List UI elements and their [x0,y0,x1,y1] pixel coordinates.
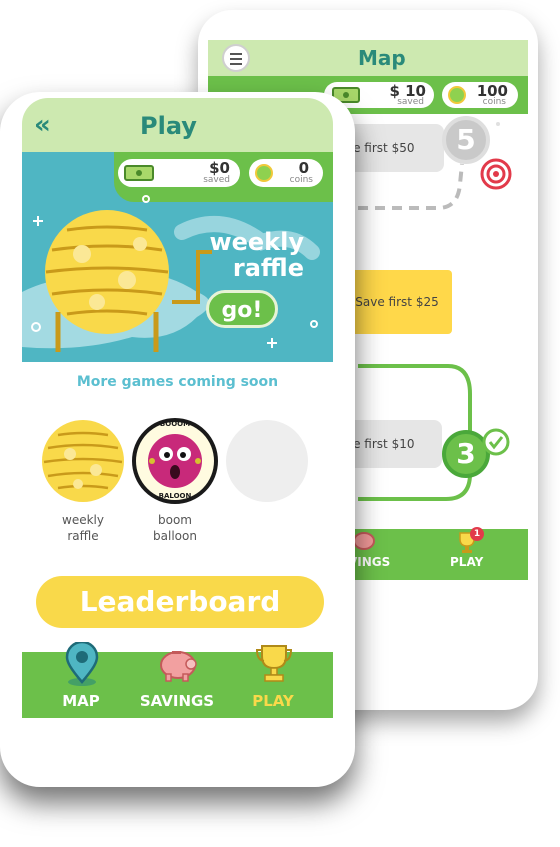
go-button[interactable]: go! [206,290,278,328]
trophy-icon [255,645,293,682]
page-title: Play [140,112,197,140]
leaderboard-button[interactable]: Leaderboard [36,576,324,628]
nav-item-savings[interactable]: SAVINGS [132,642,222,716]
nav-play-label-back[interactable]: PLAY [450,555,483,569]
milestone-level-5[interactable]: 5 [442,116,490,164]
piggy-bank-icon [160,651,197,682]
game-tile-placeholder [226,420,308,502]
play-notification-badge: 1 [470,527,484,541]
game-tile-weekly-raffle[interactable] [40,418,126,504]
nav-item-map[interactable]: MAP [36,642,126,716]
milestone-card-50[interactable]: ve first $50 [342,124,444,172]
raffle-banner[interactable]: $0 saved 0 coins weekly raffle go! [22,152,333,362]
game-label-boom-balloon: boom balloon [153,513,197,543]
coins-label: coins [482,97,506,107]
balloon-ring-bottom: BALOON [158,492,192,500]
target-icon [480,158,512,190]
piggy-bank-icon [353,532,375,550]
game-tile-boom-balloon[interactable]: BOOOM BALOON [132,418,218,504]
coins-pill: 100 coins [442,82,518,108]
saved-label: saved [397,97,424,107]
nav-play-label: PLAY [252,692,294,710]
map-pin-icon [65,642,99,686]
map-title: Map [358,46,406,70]
balloon-ring-top: BOOOM [159,420,191,428]
milestone-card-10[interactable]: ve first $10 [342,420,442,468]
nav-item-play[interactable]: PLAY [228,642,318,716]
game-label-weekly-raffle: weekly raffle [62,513,104,543]
bottom-nav: MAP SAVINGS PLAY [22,642,333,718]
check-circle-icon [482,428,510,456]
back-arrow-icon[interactable]: « [34,110,51,140]
play-phone: « Play $0 saved 0 coins weekly raffle go… [0,92,355,787]
nav-map-label: MAP [62,692,100,710]
banner-line-1: weekly [209,228,304,256]
milestone-card-25[interactable]: Save first $25 [342,270,452,334]
coin-icon [448,86,466,104]
menu-button[interactable] [222,44,250,72]
map-header: Map [208,40,528,76]
banner-line-2: raffle [232,254,304,282]
more-games-text: More games coming soon [76,374,279,390]
play-header: « Play [22,98,333,152]
play-screen: « Play $0 saved 0 coins weekly raffle go… [22,98,333,718]
milestone-text-10: ve first $10 [346,437,415,451]
milestone-text-25: Save first $25 [355,295,439,309]
milestone-text-50: ve first $50 [346,141,415,155]
raffle-ball-icon [42,420,124,502]
nav-savings-label: SAVINGS [139,692,215,710]
